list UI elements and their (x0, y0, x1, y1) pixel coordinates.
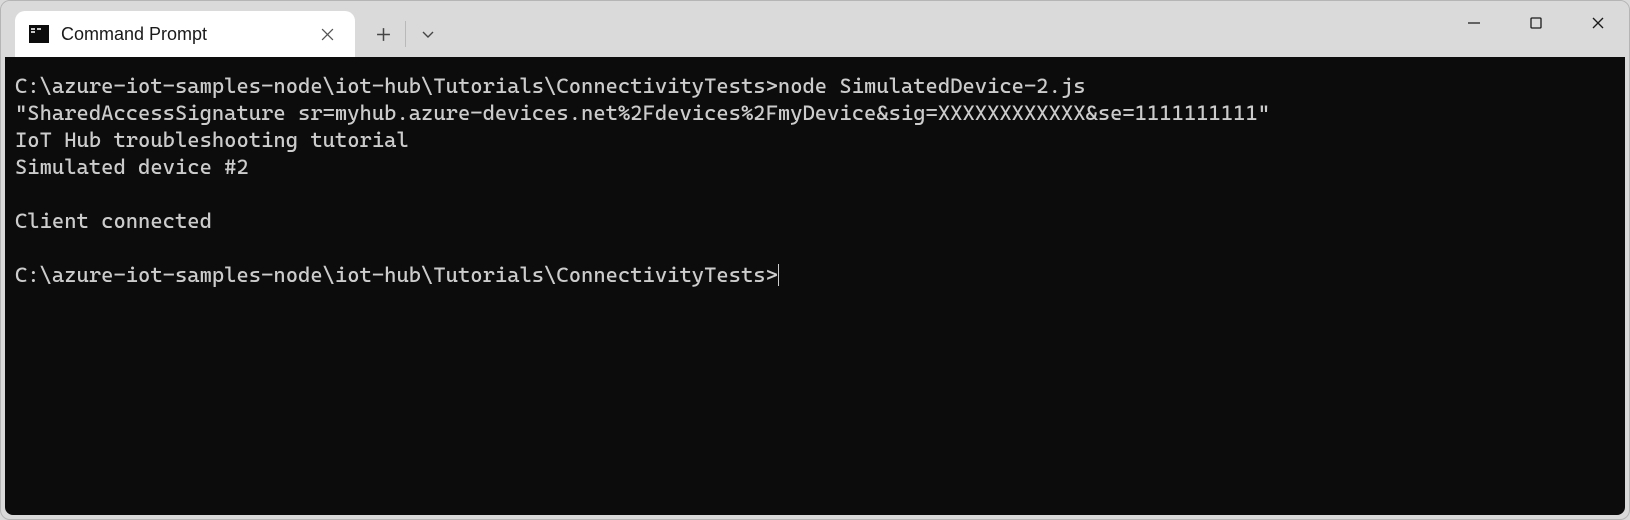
minimize-icon (1467, 16, 1481, 30)
close-window-button[interactable] (1567, 1, 1629, 45)
maximize-icon (1529, 16, 1543, 30)
terminal-output[interactable]: C:\azure-iot-samples-node\iot-hub\Tutori… (5, 57, 1625, 515)
maximize-button[interactable] (1505, 1, 1567, 45)
title-bar: Command Prompt (1, 1, 1629, 57)
tab-close-button[interactable] (313, 20, 341, 48)
minimize-button[interactable] (1443, 1, 1505, 45)
tab-command-prompt[interactable]: Command Prompt (15, 11, 355, 57)
output-line: Simulated device #2 (15, 155, 249, 179)
chevron-down-icon (421, 27, 435, 41)
window-frame: Command Prompt (0, 0, 1630, 520)
close-icon (321, 28, 334, 41)
cursor (778, 264, 780, 286)
divider (405, 21, 406, 47)
prompt-text: C:\azure-iot-samples-node\iot-hub\Tutori… (15, 263, 778, 287)
output-line: IoT Hub troubleshooting tutorial (15, 128, 409, 152)
tab-actions (363, 11, 448, 57)
prompt-text: C:\azure-iot-samples-node\iot-hub\Tutori… (15, 74, 778, 98)
window-controls (1443, 1, 1629, 45)
output-line: "SharedAccessSignature sr=myhub.azure-de… (15, 101, 1270, 125)
new-tab-button[interactable] (363, 14, 403, 54)
output-line: Client connected (15, 209, 212, 233)
tab-dropdown-button[interactable] (408, 14, 448, 54)
tab-title: Command Prompt (61, 24, 313, 45)
cmd-icon (29, 25, 49, 43)
close-icon (1591, 16, 1605, 30)
plus-icon (376, 27, 391, 42)
command-text: node SimulatedDevice-2.js (778, 74, 1086, 98)
